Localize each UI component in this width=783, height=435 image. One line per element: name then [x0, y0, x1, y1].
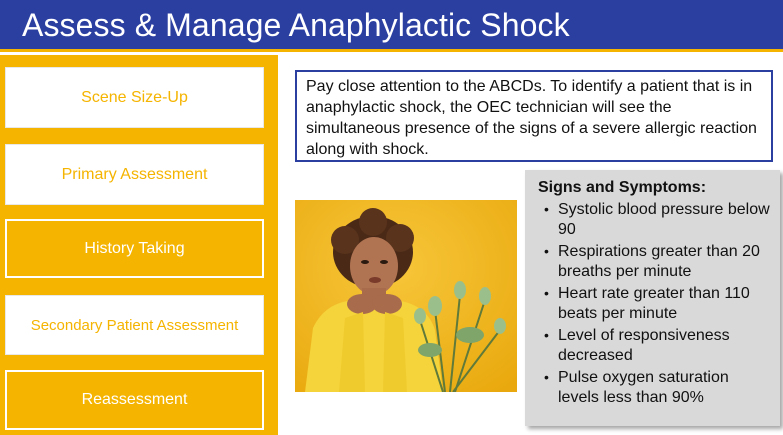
list-item: • Respirations greater than 20 breaths pe…	[538, 242, 770, 281]
callout-text: Pay close attention to the ABCDs. To ide…	[306, 78, 757, 158]
symptoms-list: • Systolic blood pressure below 90 • Respi…	[538, 200, 770, 407]
patient-photo	[295, 200, 517, 392]
list-item: • Pulse oxygen saturation levels less tha…	[538, 368, 770, 407]
symptom-text: Pulse oxygen saturation levels less than…	[558, 369, 729, 406]
list-item: • Level of responsiveness decreased	[538, 326, 770, 365]
symptom-text: Systolic blood pressure below 90	[558, 201, 770, 238]
nav-button-label: Secondary Patient Assessment	[30, 316, 239, 334]
list-item: • Heart rate greater than 110 beats per m…	[538, 284, 770, 323]
nav-button-primary-assessment[interactable]: Primary Assessment	[5, 144, 264, 205]
nav-button-label: Primary Assessment	[61, 165, 208, 183]
list-item: • Systolic blood pressure below 90	[538, 200, 770, 239]
symptom-text: Respirations greater than 20 breaths per…	[558, 243, 760, 280]
nav-button-reassessment[interactable]: Reassessment	[5, 370, 264, 430]
symptom-text: Heart rate greater than 110 beats per mi…	[558, 285, 750, 322]
symptoms-heading: Signs and Symptoms:	[538, 179, 707, 196]
bullet-icon: •	[544, 327, 549, 343]
signs-symptoms-panel: Signs and Symptoms: • Systolic blood pres…	[525, 170, 780, 426]
bullet-icon: •	[544, 369, 549, 385]
nav-button-history-taking[interactable]: History Taking	[5, 219, 264, 278]
symptom-text: Level of responsiveness decreased	[558, 327, 730, 364]
nav-button-label: History Taking	[84, 239, 185, 257]
bullet-icon: •	[544, 285, 549, 301]
page-title: Assess & Manage Anaphylactic Shock	[22, 7, 570, 43]
title-bar: Assess & Manage Anaphylactic Shock	[0, 0, 783, 52]
bullet-icon: •	[544, 243, 549, 259]
nav-button-label: Reassessment	[81, 391, 188, 408]
info-callout: Pay close attention to the ABCDs. To ide…	[295, 70, 773, 162]
nav-button-label: Scene Size-Up	[81, 88, 188, 106]
nav-button-secondary-patient-assessment[interactable]: Secondary Patient Assessment	[5, 295, 264, 355]
nav-button-scene-size-up[interactable]: Scene Size-Up	[5, 67, 264, 128]
bullet-icon: •	[544, 201, 549, 217]
